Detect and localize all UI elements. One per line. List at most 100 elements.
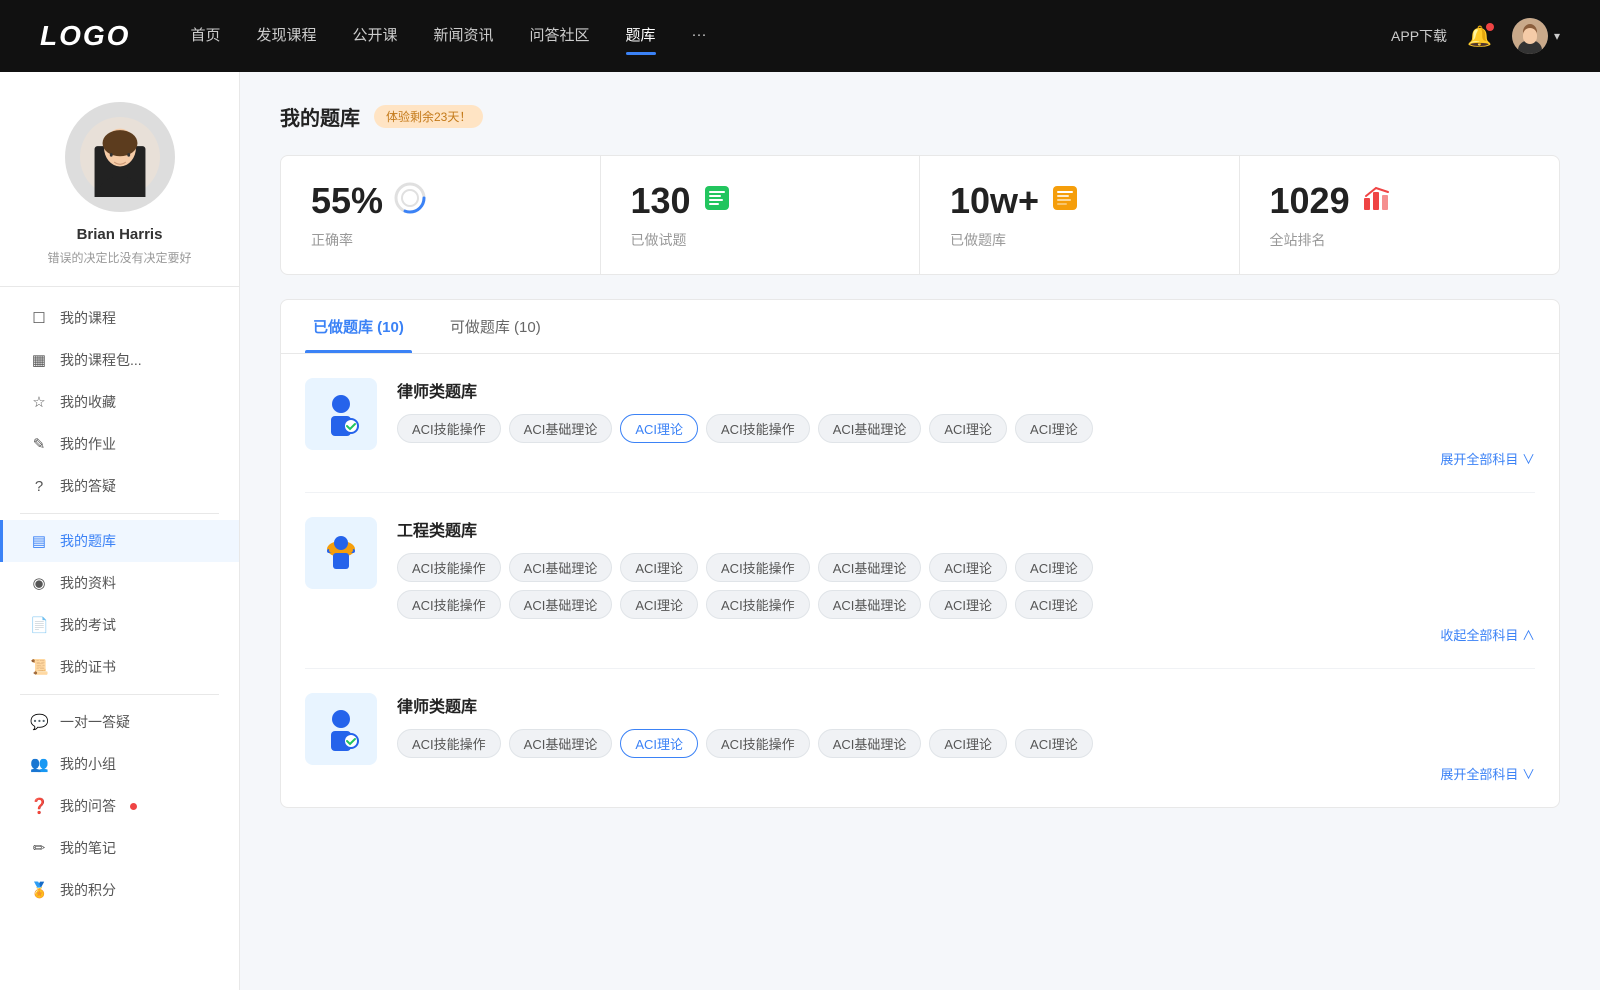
tag-1-2[interactable]: ACI基础理论 bbox=[509, 414, 613, 443]
expand-link-1[interactable]: 展开全部科目 ∨ bbox=[1440, 449, 1535, 468]
tag-1-6[interactable]: ACI理论 bbox=[929, 414, 1007, 443]
sidebar-menu: ☐ 我的课程 ▦ 我的课程包... ☆ 我的收藏 ✎ 我的作业 ? 我的答疑 ▤ bbox=[0, 287, 239, 921]
app-download-button[interactable]: APP下载 bbox=[1391, 26, 1447, 46]
profile-section: Brian Harris 错误的决定比没有决定要好 bbox=[0, 72, 239, 287]
nav-more[interactable]: ··· bbox=[692, 26, 707, 47]
notification-bell[interactable]: 🔔 bbox=[1467, 24, 1492, 49]
tab-done-banks[interactable]: 已做题库 (10) bbox=[305, 300, 412, 353]
tag-1-7[interactable]: ACI理论 bbox=[1015, 414, 1093, 443]
stat-done-banks-label: 已做题库 bbox=[950, 230, 1209, 250]
expand-link-3[interactable]: 展开全部科目 ∨ bbox=[1440, 764, 1535, 783]
tag-3-2[interactable]: ACI基础理论 bbox=[509, 729, 613, 758]
tag-2-3[interactable]: ACI理论 bbox=[620, 553, 698, 582]
stat-correct-rate-label: 正确率 bbox=[311, 230, 570, 250]
nav-menu: 首页 发现课程 公开课 新闻资讯 问答社区 题库 ··· bbox=[190, 24, 1391, 49]
tag-3-3[interactable]: ACI理论 bbox=[620, 729, 698, 758]
sidebar: Brian Harris 错误的决定比没有决定要好 ☐ 我的课程 ▦ 我的课程包… bbox=[0, 72, 240, 990]
tag-2-1[interactable]: ACI技能操作 bbox=[397, 553, 501, 582]
nav-qa[interactable]: 问答社区 bbox=[530, 24, 590, 49]
tag-1-1[interactable]: ACI技能操作 bbox=[397, 414, 501, 443]
menu-my-points[interactable]: 🏅 我的积分 bbox=[0, 869, 239, 911]
profile-avatar bbox=[65, 102, 175, 212]
menu-my-package[interactable]: ▦ 我的课程包... bbox=[0, 339, 239, 381]
one-on-one-icon: 💬 bbox=[30, 713, 48, 731]
menu-my-course[interactable]: ☐ 我的课程 bbox=[0, 297, 239, 339]
stat-done-questions-top: 130 bbox=[631, 180, 890, 222]
tag-1-3[interactable]: ACI理论 bbox=[620, 414, 698, 443]
nav-discover[interactable]: 发现课程 bbox=[256, 24, 316, 49]
nav-open-course[interactable]: 公开课 bbox=[352, 24, 397, 49]
menu-my-qa[interactable]: ❓ 我的问答 bbox=[0, 785, 239, 827]
qbank-footer-3: 展开全部科目 ∨ bbox=[397, 764, 1535, 783]
tag-3-4[interactable]: ACI技能操作 bbox=[706, 729, 810, 758]
menu-my-homework-label: 我的作业 bbox=[60, 434, 116, 454]
qbank-icon: ▤ bbox=[30, 532, 48, 550]
stat-done-banks: 10w+ 已做题库 bbox=[920, 156, 1240, 274]
tag-3-7[interactable]: ACI理论 bbox=[1015, 729, 1093, 758]
navbar: LOGO 首页 发现课程 公开课 新闻资讯 问答社区 题库 ··· APP下载 … bbox=[0, 0, 1600, 72]
cert-icon: 📜 bbox=[30, 658, 48, 676]
qbank-icon-engineer bbox=[305, 517, 377, 589]
qbank-footer-1: 展开全部科目 ∨ bbox=[397, 449, 1535, 468]
menu-my-qbank[interactable]: ▤ 我的题库 bbox=[0, 520, 239, 562]
menu-my-group[interactable]: 👥 我的小组 bbox=[0, 743, 239, 785]
qbank-footer-2: 收起全部科目 ∧ bbox=[397, 625, 1535, 644]
chevron-down-icon: ▾ bbox=[1554, 29, 1560, 43]
menu-my-profile[interactable]: ◉ 我的资料 bbox=[0, 562, 239, 604]
qbank-tags-3: ACI技能操作 ACI基础理论 ACI理论 ACI技能操作 ACI基础理论 AC… bbox=[397, 729, 1535, 758]
menu-my-homework[interactable]: ✎ 我的作业 bbox=[0, 423, 239, 465]
qbank-body-3: 律师类题库 ACI技能操作 ACI基础理论 ACI理论 ACI技能操作 ACI基… bbox=[397, 693, 1535, 783]
done-banks-icon bbox=[1049, 182, 1081, 221]
tag-2-4[interactable]: ACI技能操作 bbox=[706, 553, 810, 582]
qbank-tags-2-row2: ACI技能操作 ACI基础理论 ACI理论 ACI技能操作 ACI基础理论 AC… bbox=[397, 590, 1535, 619]
tag-2-r2-6[interactable]: ACI理论 bbox=[929, 590, 1007, 619]
menu-divider-2 bbox=[20, 694, 219, 695]
group-icon: 👥 bbox=[30, 755, 48, 773]
tag-1-4[interactable]: ACI技能操作 bbox=[706, 414, 810, 443]
notification-badge bbox=[1486, 23, 1494, 31]
tag-2-6[interactable]: ACI理论 bbox=[929, 553, 1007, 582]
tag-2-7[interactable]: ACI理论 bbox=[1015, 553, 1093, 582]
tag-2-r2-7[interactable]: ACI理论 bbox=[1015, 590, 1093, 619]
tab-available-banks[interactable]: 可做题库 (10) bbox=[442, 300, 549, 353]
menu-my-cert[interactable]: 📜 我的证书 bbox=[0, 646, 239, 688]
homework-icon: ✎ bbox=[30, 435, 48, 453]
nav-home[interactable]: 首页 bbox=[190, 24, 220, 49]
tag-2-r2-4[interactable]: ACI技能操作 bbox=[706, 590, 810, 619]
logo[interactable]: LOGO bbox=[40, 20, 130, 52]
tag-2-r2-3[interactable]: ACI理论 bbox=[620, 590, 698, 619]
tag-3-1[interactable]: ACI技能操作 bbox=[397, 729, 501, 758]
menu-my-questions-label: 我的答疑 bbox=[60, 476, 116, 496]
stat-done-questions-value: 130 bbox=[631, 180, 691, 222]
package-icon: ▦ bbox=[30, 351, 48, 369]
menu-my-cert-label: 我的证书 bbox=[60, 657, 116, 677]
stat-correct-rate-top: 55% bbox=[311, 180, 570, 222]
page-layout: Brian Harris 错误的决定比没有决定要好 ☐ 我的课程 ▦ 我的课程包… bbox=[0, 72, 1600, 990]
tag-2-r2-1[interactable]: ACI技能操作 bbox=[397, 590, 501, 619]
qbank-title-1: 律师类题库 bbox=[397, 378, 1535, 402]
menu-my-package-label: 我的课程包... bbox=[60, 350, 142, 370]
qbank-icon-lawyer-3 bbox=[305, 693, 377, 765]
tag-2-5[interactable]: ACI基础理论 bbox=[818, 553, 922, 582]
tag-2-r2-2[interactable]: ACI基础理论 bbox=[509, 590, 613, 619]
stat-rank-value: 1029 bbox=[1270, 180, 1350, 222]
profile-motto: 错误的决定比没有决定要好 bbox=[47, 249, 191, 266]
user-avatar-button[interactable]: ▾ bbox=[1512, 18, 1560, 54]
menu-my-exam[interactable]: 📄 我的考试 bbox=[0, 604, 239, 646]
tag-3-5[interactable]: ACI基础理论 bbox=[818, 729, 922, 758]
tag-1-5[interactable]: ACI基础理论 bbox=[818, 414, 922, 443]
qbank-body-1: 律师类题库 ACI技能操作 ACI基础理论 ACI理论 ACI技能操作 ACI基… bbox=[397, 378, 1535, 468]
menu-my-questions[interactable]: ? 我的答疑 bbox=[0, 465, 239, 507]
collapse-link-2[interactable]: 收起全部科目 ∧ bbox=[1440, 625, 1535, 644]
tag-3-6[interactable]: ACI理论 bbox=[929, 729, 1007, 758]
tag-2-2[interactable]: ACI基础理论 bbox=[509, 553, 613, 582]
nav-qbank[interactable]: 题库 bbox=[626, 24, 656, 49]
menu-one-on-one[interactable]: 💬 一对一答疑 bbox=[0, 701, 239, 743]
notes-icon: ✏ bbox=[30, 839, 48, 857]
tag-2-r2-5[interactable]: ACI基础理论 bbox=[818, 590, 922, 619]
menu-my-notes[interactable]: ✏ 我的笔记 bbox=[0, 827, 239, 869]
qbank-card: 已做题库 (10) 可做题库 (10) bbox=[280, 299, 1560, 808]
menu-my-course-label: 我的课程 bbox=[60, 308, 116, 328]
menu-my-favorites[interactable]: ☆ 我的收藏 bbox=[0, 381, 239, 423]
nav-news[interactable]: 新闻资讯 bbox=[434, 24, 494, 49]
